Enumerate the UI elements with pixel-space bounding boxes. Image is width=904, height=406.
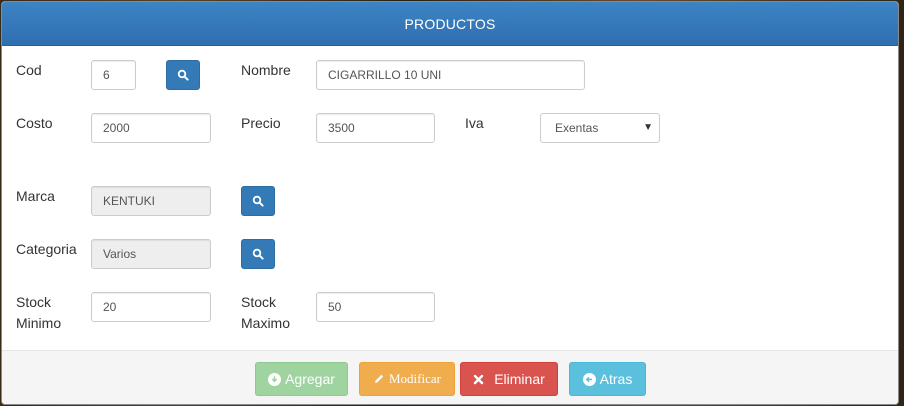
- costo-label: Costo: [16, 115, 53, 131]
- nombre-label: Nombre: [241, 62, 291, 78]
- search-icon: [177, 69, 189, 81]
- categoria-search-button[interactable]: [241, 239, 275, 269]
- marca-input: KENTUKI: [91, 186, 211, 216]
- stock-maximo-label: Stock Maximo: [241, 292, 290, 334]
- eliminar-label: Eliminar: [494, 371, 545, 387]
- costo-input[interactable]: 2000: [91, 113, 211, 143]
- agregar-label: Agregar: [285, 371, 335, 387]
- agregar-button[interactable]: Agregar: [255, 362, 348, 396]
- atras-button[interactable]: Atras: [569, 362, 646, 396]
- search-icon: [252, 195, 264, 207]
- close-icon: [474, 374, 484, 384]
- arrow-left-circle-icon: [582, 372, 596, 386]
- stock-minimo-input[interactable]: 20: [91, 292, 211, 322]
- precio-label: Precio: [241, 115, 281, 131]
- iva-select[interactable]: Exentas ▼: [540, 113, 660, 143]
- modificar-button[interactable]: Modificar: [359, 362, 455, 396]
- categoria-input: Varios: [91, 239, 211, 269]
- cod-input[interactable]: 6: [91, 60, 136, 90]
- stock-minimo-label-line1: Stock: [16, 294, 52, 310]
- modal-title: PRODUCTOS: [404, 15, 496, 32]
- chevron-down-icon: ▼: [643, 122, 653, 133]
- marca-label: Marca: [16, 188, 55, 204]
- marca-search-button[interactable]: [241, 186, 275, 216]
- cod-label: Cod: [16, 62, 42, 78]
- stock-minimo-label: Stock Minimo: [16, 292, 61, 334]
- eliminar-button[interactable]: Eliminar: [460, 362, 558, 396]
- categoria-label: Categoria: [16, 241, 77, 257]
- download-circle-icon: [268, 372, 282, 386]
- modal-header: PRODUCTOS: [2, 2, 898, 46]
- modal-footer: Agregar Modificar Eliminar Atras: [2, 350, 898, 404]
- pencil-icon: [375, 374, 384, 383]
- iva-selected-value: Exentas: [555, 121, 599, 135]
- stock-minimo-label-line2: Minimo: [16, 315, 62, 331]
- cod-search-button[interactable]: [166, 60, 200, 90]
- stock-maximo-label-line1: Stock: [241, 294, 277, 310]
- precio-input[interactable]: 3500: [316, 113, 435, 143]
- atras-label: Atras: [599, 371, 633, 387]
- search-icon: [252, 248, 264, 260]
- modificar-label: Modificar: [389, 371, 441, 386]
- iva-label: Iva: [465, 115, 484, 131]
- productos-modal: PRODUCTOS Cod 6 Nombre CIGARRILLO 10 UNI…: [1, 1, 899, 405]
- stock-maximo-label-line2: Maximo: [241, 315, 291, 331]
- nombre-input[interactable]: CIGARRILLO 10 UNI: [316, 60, 585, 90]
- stock-maximo-input[interactable]: 50: [316, 292, 435, 322]
